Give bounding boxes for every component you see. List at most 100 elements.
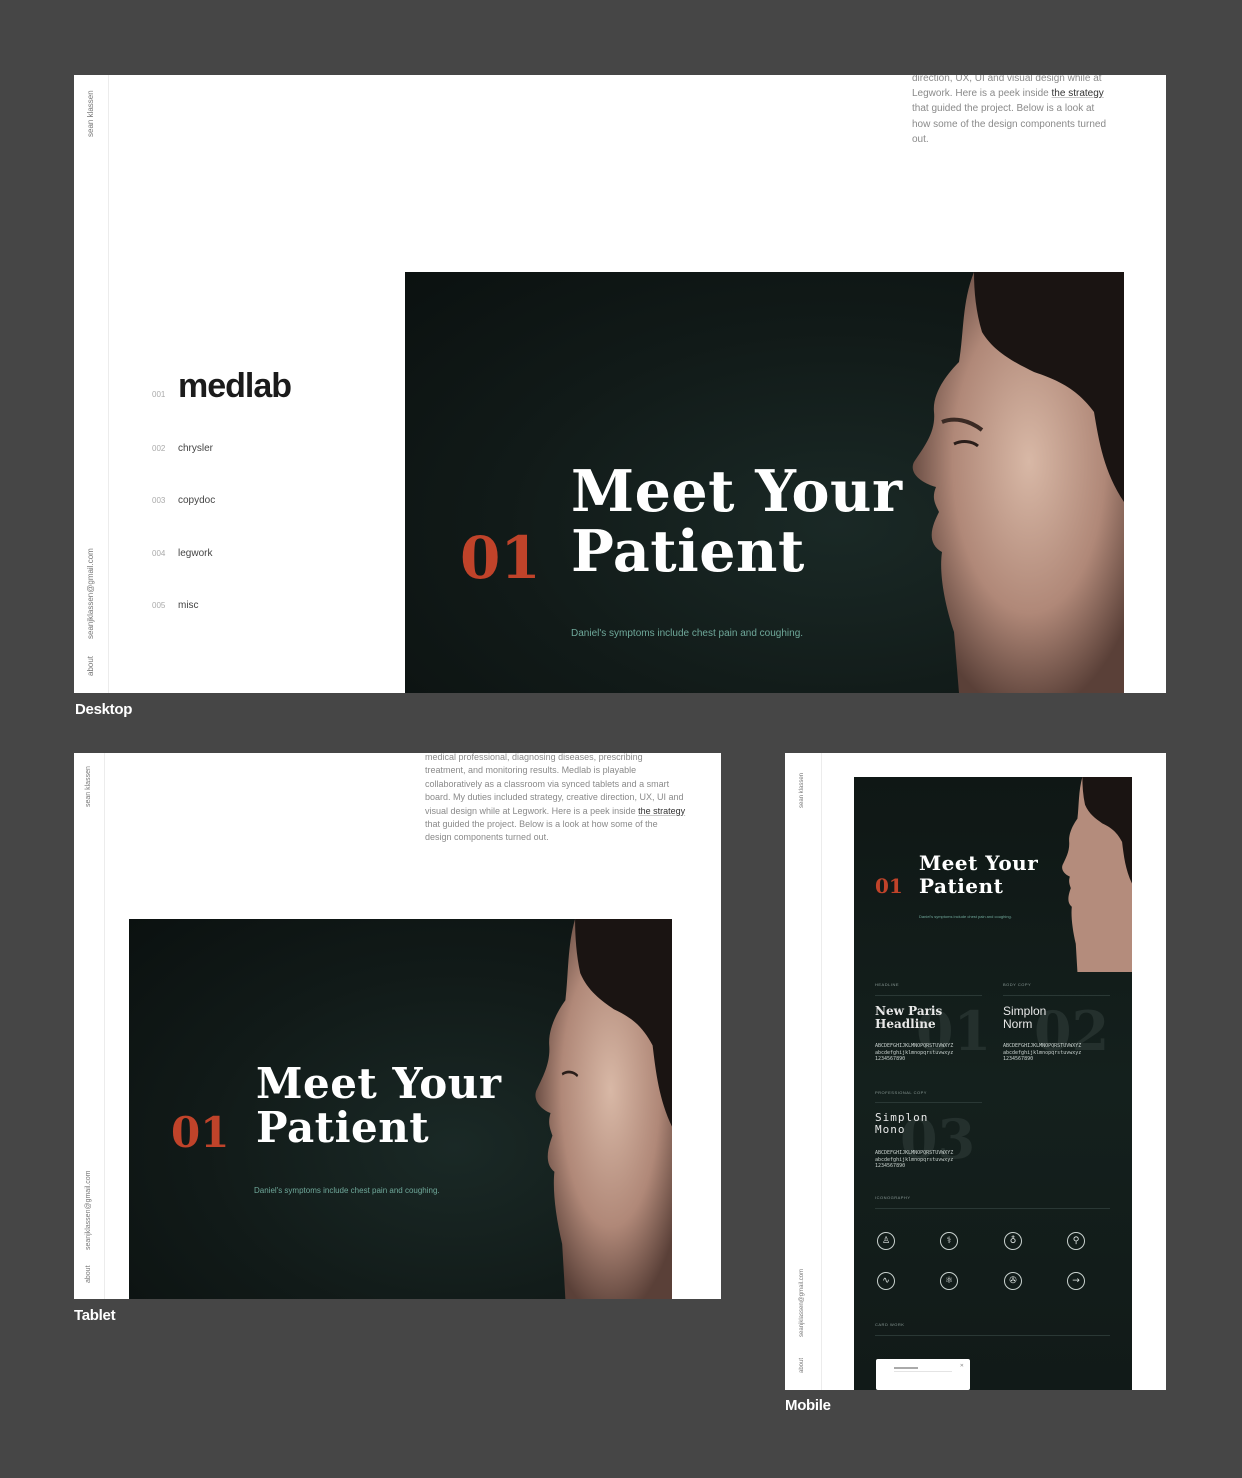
email-link[interactable]: seanjklassen@gmail.com [86,548,95,639]
mobile-frame: sean klassen seanjklassen@gmail.com abou… [785,753,1166,1390]
nav-item-legwork[interactable]: 004 legwork [152,548,212,559]
globe-icon: ♁ [1004,1232,1022,1250]
intro-line: how some of the design components turned [912,118,1107,130]
hero-title-line: Meet Your [919,851,1039,875]
glyph-line: 1234567890 [875,1056,906,1062]
card-line [894,1367,918,1369]
card-line [894,1371,952,1372]
font-name-line: New Paris [875,1004,943,1018]
card-preview: ✕ [876,1359,970,1390]
glyph-line: ABCDEFGHIJKLMNOPQRSTUVWXYZ [875,1150,954,1156]
intro-line: out. [912,133,929,145]
hero-title-line: Patient [571,517,805,585]
section-number: 01 [460,524,541,592]
hero-subtitle: Daniel's symptoms include chest pain and… [571,628,804,639]
font-name: Simplon Mono [875,1112,928,1135]
mobile-page: 01 Meet Your Patient Daniel's symptoms i… [854,777,1132,1390]
nav-label: legwork [178,548,213,559]
font-name: Simplon Norm [1003,1005,1046,1030]
medical-icon: ⚕ [940,1232,958,1250]
desktop-caption: Desktop [75,701,133,718]
nav-index: 005 [152,601,166,610]
font-label: PROFESSIONAL COPY [875,1090,927,1095]
intro-line: board. My duties included strategy, crea… [425,792,684,803]
hero-title-line: Patient [919,874,1004,898]
font-label: BODY COPY [1003,982,1032,987]
hero-image: 01 Meet Your Patient Daniel's symptoms i… [405,272,1124,693]
glyph-set: ABCDEFGHIJKLMNOPQRSTUVWXYZ abcdefghijklm… [1003,1043,1081,1063]
molecule-icon: ⚛ [940,1272,958,1290]
font-name-line: Simplon [875,1111,929,1124]
nav-label: misc [178,600,199,611]
glyph-line: ABCDEFGHIJKLMNOPQRSTUVWXYZ [875,1043,954,1049]
nav-item-chrysler[interactable]: 002 chrysler [152,443,213,454]
side-rail: sean klassen seanjklassen@gmail.com abou… [74,75,109,693]
hero-title: Meet Your Patient [919,852,1038,898]
microbe-icon: ✇ [1004,1272,1022,1290]
hero-title: Meet Your Patient [571,462,903,582]
pulse-icon: ∿ [877,1272,895,1290]
project-intro: direction, UX, UI and visual design whil… [912,75,1142,147]
email-link[interactable]: seanjklassen@gmail.com [85,1171,92,1250]
hero-title-line: Patient [256,1103,430,1153]
font-label: HEADLINE [875,982,900,987]
intro-line: that guided the project. Below is a look… [425,819,658,830]
mobile-caption: Mobile [785,1397,831,1414]
nav-item-copydoc[interactable]: 003 copydoc [152,495,215,506]
hero-title: Meet Your Patient [256,1061,501,1153]
arrow-right-icon: → [1067,1272,1085,1290]
glyph-line: 1234567890 [1003,1056,1034,1062]
intro-line: design components turned out. [425,832,549,843]
site-name-link[interactable]: sean klassen [85,766,92,807]
probe-icon: ⚲ [1067,1232,1085,1250]
side-rail: sean klassen seanjklassen@gmail.com abou… [74,753,105,1299]
nav-label: chrysler [178,443,214,454]
email-link[interactable]: seanjklassen@gmail.com [799,1269,805,1337]
intro-line: direction, UX, UI and visual design whil… [912,75,1102,84]
glyph-line: ABCDEFGHIJKLMNOPQRSTUVWXYZ [1003,1043,1082,1049]
font-name: New Paris Headline [875,1005,942,1030]
strategy-link[interactable]: the strategy [1052,88,1104,99]
nav-label: medlab [178,367,292,405]
patient-portrait [535,919,672,1299]
font-name-line: Simplon [1003,1004,1047,1018]
about-link[interactable]: about [86,656,95,676]
about-link[interactable]: about [85,1265,92,1283]
patient-portrait [1062,777,1132,972]
patient-portrait [912,272,1124,693]
nav-index: 001 [152,390,166,399]
tablet-caption: Tablet [74,1307,116,1324]
about-link[interactable]: about [799,1358,805,1373]
intro-line: medical professional, diagnosing disease… [425,753,643,762]
site-name-link[interactable]: sean klassen [799,773,805,808]
strategy-link[interactable]: the strategy [638,806,685,816]
glyph-line: 1234567890 [875,1163,906,1169]
section-number: 01 [875,874,903,898]
hero-title-line: Meet Your [571,458,903,525]
divider [875,1335,1110,1336]
nav-label: copydoc [178,495,216,506]
intro-line: that guided the project. Below is a look… [912,103,1095,115]
glyph-set: ABCDEFGHIJKLMNOPQRSTUVWXYZ abcdefghijklm… [875,1043,953,1063]
nav-index: 004 [152,549,166,558]
hero-image: 01 Meet Your Patient Daniel's symptoms i… [129,919,672,1299]
font-name-line: Mono [875,1122,906,1136]
divider [875,1102,982,1103]
tablet-frame: sean klassen seanjklassen@gmail.com abou… [74,753,721,1299]
glyph-set: ABCDEFGHIJKLMNOPQRSTUVWXYZ abcdefghijklm… [875,1150,953,1170]
divider [875,995,982,996]
section-number: 01 [171,1108,230,1157]
intro-line: collaboratively as a classroom via synce… [425,778,670,789]
intro-line: Legwork. Here is a peek inside [912,88,1052,100]
font-name-line: Norm [1003,1016,1033,1031]
project-intro: medical professional, diagnosing disease… [425,753,715,845]
nav-item-medlab[interactable]: 001 medlab [152,367,292,406]
nav-index: 002 [152,444,166,453]
site-name-link[interactable]: sean klassen [86,90,95,137]
intro-line: visual design while at Legwork. Here is … [425,805,639,816]
font-name-line: Headline [875,1016,936,1031]
divider [875,1208,1110,1209]
nav-item-misc[interactable]: 005 misc [152,600,199,611]
card-work-label: CARD WORK [875,1322,905,1327]
nav-index: 003 [152,496,166,505]
